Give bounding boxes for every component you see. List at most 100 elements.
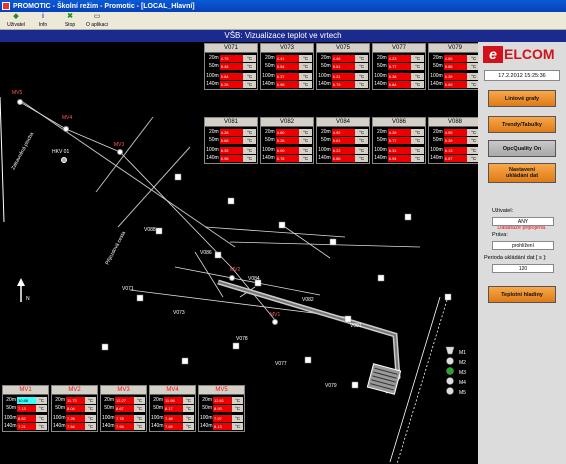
v088-label: V088 [144, 227, 156, 233]
opc-quality-button[interactable]: OpcQuality On [488, 140, 556, 157]
depth-label: 50m [104, 405, 114, 411]
unit-label: °C [134, 396, 145, 404]
sensor-row: 140m 6.98 °C [206, 154, 256, 162]
depth-label: 100m [262, 73, 275, 79]
sensor-table-grid: 20m 4.28 °C 50m 5.68 °C 100m 6.35 °C 140m 6.98 °C [205, 127, 257, 163]
field-edge [19, 99, 236, 248]
unit-label: °C [299, 80, 312, 88]
depth-label: 50m [321, 137, 331, 143]
temperature-value: 6.86 [331, 154, 356, 162]
rights-field: prohlížení [492, 241, 554, 250]
unit-label: °C [355, 136, 368, 144]
about-button[interactable]: ▭ O aplikaci [84, 12, 110, 29]
depth-label: 50m [321, 63, 331, 69]
sensor-table: V086 20m 4.39 °C 50m 5.77 °C 100m 6.31 °C 140m 6.94… [372, 117, 426, 164]
stop-button[interactable]: ✖ Stop [57, 12, 83, 29]
sensor-table: MV2 20m 11.73 °C 50m 8.04 °C 100m 7.26 °C 140m 7.54… [51, 385, 98, 432]
svg-text:M5: M5 [459, 390, 466, 396]
temperature-value: 4.65 [443, 54, 468, 62]
sensor-row: 100m 7.48 °C [151, 414, 194, 422]
temperature-value: 7.69 [164, 422, 183, 430]
v086-label: V086 [200, 250, 212, 256]
sensor-row: 20m 4.46 °C [318, 54, 368, 62]
depth-label: 50m [377, 137, 387, 143]
depth-label: 20m [209, 55, 219, 61]
sensor-table-title: V073 [261, 44, 313, 53]
user-icon: ◆ [13, 13, 19, 20]
v082-label: V082 [302, 297, 314, 303]
depth-label: 100m [4, 415, 17, 421]
depth-label: 20m [377, 55, 387, 61]
unit-label: °C [299, 72, 312, 80]
sensor-row: 50m 5.77 °C [374, 136, 424, 144]
temperature-levels-button[interactable]: Teplotní hladiny [488, 286, 556, 303]
north-arrow-icon: N [17, 278, 30, 302]
unit-label: °C [243, 136, 256, 144]
sensor-table-grid: 20m 10.88 °C 50m 7.13 °C 100m 6.82 °C 140m 7.21 °C [3, 395, 48, 431]
line-graphs-button[interactable]: Liniové grafy [488, 90, 556, 107]
temperature-value: 4.79 [219, 54, 244, 62]
sensor-table-title: V082 [261, 118, 313, 127]
depth-label: 140m [206, 81, 219, 87]
unit-label: °C [355, 72, 368, 80]
window-titlebar: PROMOTIC - Školní režim - Promotic - [LO… [0, 0, 566, 12]
hkv-label: HKV 01 [52, 149, 69, 155]
elcom-logo-mark: e [483, 45, 503, 63]
trends-tables-button[interactable]: Trendy/Tabulky [488, 116, 556, 133]
sensor-row: 20m 4.60 °C [262, 128, 312, 136]
temperature-value: 6.21 [331, 72, 356, 80]
sensor-table: MV1 20m 10.88 °C 50m 7.13 °C 100m 6.82 °C 140m 7.21… [2, 385, 49, 432]
temperature-value: 4.46 [331, 54, 356, 62]
temperature-value: 8.04 [66, 404, 85, 412]
sensor-row: 140m 6.98 °C [262, 80, 312, 88]
toolbar: ◆ Uživatel i Info ✖ Stop ▭ O aplikaci [0, 12, 566, 30]
sensor-row: 20m 4.55 °C [430, 128, 480, 136]
about-button-label: O aplikaci [86, 22, 108, 28]
sensor-table: V077 20m 4.23 °C 50m 5.77 °C 100m 6.38 °C 140m 6.84… [372, 43, 426, 90]
v071-label: V071 [122, 286, 134, 292]
v073-label: V073 [173, 310, 185, 316]
info-button[interactable]: i Info [30, 12, 56, 29]
field-boundary [0, 96, 5, 223]
unit-label: °C [355, 146, 368, 154]
temperature-value: 6.35 [219, 146, 244, 154]
unit-label: °C [134, 422, 145, 430]
sensor-table-grid: 20m 4.39 °C 50m 5.77 °C 100m 6.31 °C 140m 6.94 °C [373, 127, 425, 163]
temperature-value: 6.82 [17, 414, 36, 422]
sensor-row: 100m 6.38 °C [374, 72, 424, 80]
temperature-value: 6.76 [275, 154, 300, 162]
sensor-row: 140m 6.76 °C [262, 154, 312, 162]
sensor-row: 20m 4.92 °C [318, 128, 368, 136]
unit-label: °C [36, 396, 47, 404]
sensor-row: 140m 6.26 °C [206, 80, 256, 88]
depth-label: 140m [318, 155, 331, 161]
unit-label: °C [355, 154, 368, 162]
svg-text:M4: M4 [459, 380, 466, 386]
unit-label: °C [183, 404, 194, 412]
temperature-value: 7.48 [164, 414, 183, 422]
unit-label: °C [243, 62, 256, 70]
depth-label: 140m [102, 423, 115, 429]
storage-settings-button[interactable]: Nastavení ukládání dat [488, 163, 556, 183]
v081-label: V081 [350, 323, 362, 329]
temperature-value: 6.89 [443, 80, 468, 88]
mv4-label: MV4 [62, 115, 73, 121]
road-edge-left [95, 116, 154, 193]
info-button-label: Info [38, 22, 48, 28]
sensor-table-title: V077 [373, 44, 425, 53]
temperature-value: 6.22 [331, 146, 356, 154]
depth-label: 20m [55, 397, 65, 403]
sensor-row: 20m 4.23 °C [374, 54, 424, 62]
unit-label: °C [299, 128, 312, 136]
sensor-row: 140m 6.89 °C [430, 80, 480, 88]
sensor-row: 140m 7.54 °C [53, 422, 96, 430]
user-button[interactable]: ◆ Uživatel [3, 12, 29, 29]
period-field: 120 [492, 264, 554, 273]
sensor-row: 50m 8.67 °C [102, 404, 145, 412]
depth-label: 50m [433, 63, 443, 69]
depth-label: 20m [433, 129, 443, 135]
datetime-display: 17.2.2012 15:25:36 [484, 70, 560, 81]
unit-label: °C [36, 404, 47, 412]
sensor-row: 20m 4.79 °C [206, 54, 256, 62]
temperature-value: 4.60 [275, 128, 300, 136]
